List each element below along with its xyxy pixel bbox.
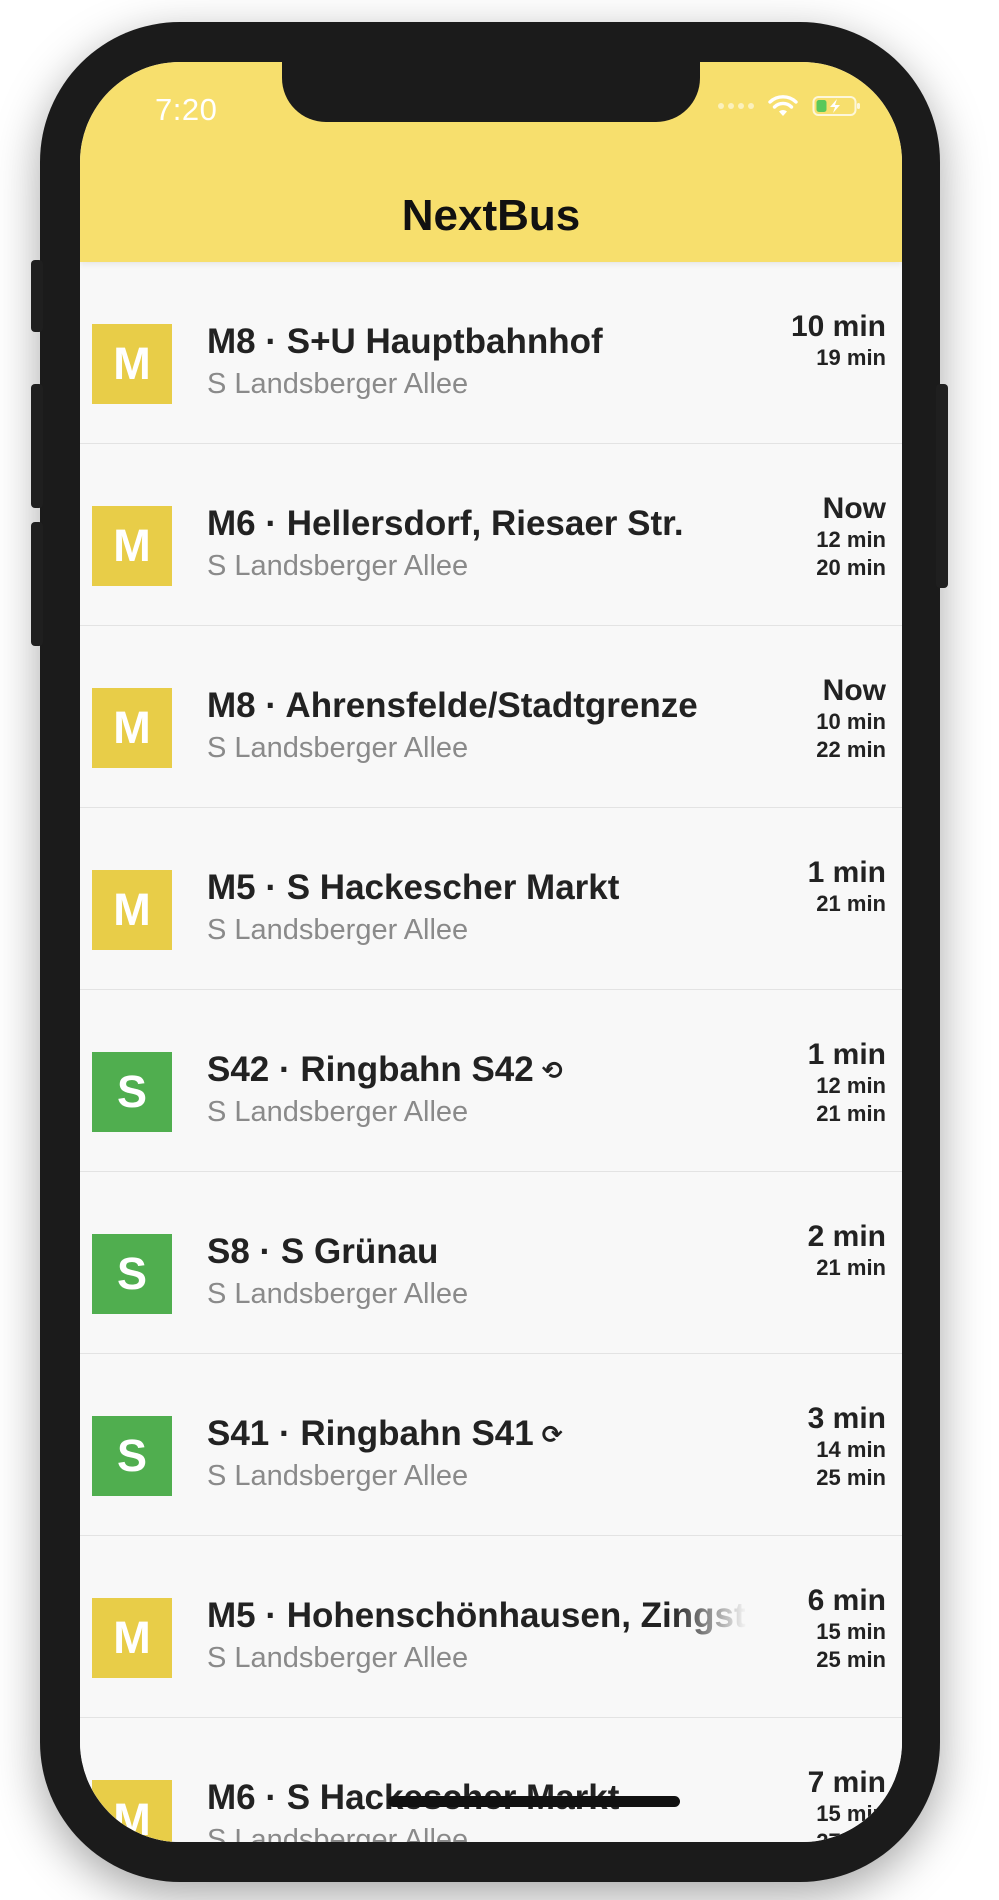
sbahn-badge: S [92,1052,172,1132]
route-title: M5 · S Hackescher Markt [207,868,747,908]
route-title-text: M8 · Ahrensfelde/Stadtgrenze [207,686,698,725]
departure-row[interactable]: M M5 · Hohenschönhausen, Zingster Str. S L… [80,1536,902,1718]
status-icons [718,94,862,118]
later-departure-time: 15 min [816,1619,886,1644]
stop-name: S Landsberger Allee [207,1460,469,1492]
route-title-text: S8 · S Grünau [207,1232,439,1271]
later-departure-time: 10 min [816,709,886,734]
stop-name: S Landsberger Allee [207,1824,469,1842]
sbahn-badge: S [92,1234,172,1314]
route-title-text: M5 · Hohenschönhausen, Zingster Str. [207,1596,747,1635]
departure-row[interactable]: M M8 · Ahrensfelde/Stadtgrenze S Landsberg… [80,626,902,808]
next-departure-time: 10 min [790,310,886,343]
later-departure-time: 21 min [816,891,886,916]
departure-row[interactable]: S S42 · Ringbahn S42 ⟲ S Landsberger Allee 1… [80,990,902,1172]
mute-switch [31,260,43,332]
departure-times: 6 min 15 min 25 min [808,1584,886,1674]
nav-header: 7:20 NextBus [80,62,902,262]
later-departure-time: 20 min [816,555,886,580]
later-departure-time: 14 min [816,1437,886,1462]
later-departure-time: 21 min [816,1101,886,1126]
later-departure-time: 22 min [816,737,886,762]
departure-times: 3 min 14 min 25 min [808,1402,886,1492]
stop-name: S Landsberger Allee [207,732,469,764]
route-title-text: M5 · S Hackescher Markt [207,868,620,907]
later-departure-time: 12 min [816,527,886,552]
stop-name: S Landsberger Allee [207,1278,469,1310]
departure-times: 1 min 21 min [808,856,886,918]
volume-up-button [31,384,43,508]
next-departure-time: 6 min [807,1584,886,1617]
stop-name: S Landsberger Allee [207,1096,469,1128]
signal-icon [718,103,754,109]
next-departure-time: 1 min [807,856,886,889]
departure-times: 1 min 12 min 21 min [808,1038,886,1128]
volume-down-button [31,522,43,646]
next-departure-time: 1 min [807,1038,886,1071]
stop-name: S Landsberger Allee [207,550,469,582]
next-departure-time: 7 min [807,1766,886,1799]
departure-row[interactable]: S S8 · S Grünau S Landsberger Allee 2 min 21… [80,1172,902,1354]
camera-notch [282,62,700,122]
route-title: S8 · S Grünau [207,1232,747,1272]
battery-charging-icon [812,94,862,118]
route-title: S41 · Ringbahn S41 ⟳ [207,1414,747,1454]
metro-badge: M [92,1598,172,1678]
departure-times: 10 min 19 min [791,310,886,372]
route-title: M8 · Ahrensfelde/Stadtgrenze [207,686,747,726]
home-indicator[interactable] [388,1796,680,1807]
app-title: NextBus [401,191,581,240]
phone-frame: 7:20 NextBus M M8 · S+U Hauptbahnhof S L… [31,22,948,1882]
later-departure-time: 25 min [816,1465,886,1490]
departure-list[interactable]: M M8 · S+U Hauptbahnhof S Landsberger Alle… [80,262,902,1842]
route-title: M6 · Hellersdorf, Riesaer Str. [207,504,747,544]
later-departure-time: 21 min [816,1255,886,1280]
departure-times: 7 min 15 min 27 min [808,1766,886,1842]
metro-badge: M [92,506,172,586]
next-departure-time: Now [822,674,886,707]
stop-name: S Landsberger Allee [207,914,469,946]
wifi-icon [768,94,798,118]
ring-route-icon: ⟲ [541,1057,563,1085]
ring-route-icon: ⟳ [541,1421,563,1449]
later-departure-time: 12 min [816,1073,886,1098]
next-departure-time: 2 min [807,1220,886,1253]
later-departure-time: 15 min [816,1801,886,1826]
sbahn-badge: S [92,1416,172,1496]
later-departure-time: 25 min [816,1647,886,1672]
route-title-text: S42 · Ringbahn S42 [207,1050,534,1089]
metro-badge: M [92,870,172,950]
route-title: M8 · S+U Hauptbahnhof [207,322,747,362]
departure-row[interactable]: S S41 · Ringbahn S41 ⟳ S Landsberger Allee 3… [80,1354,902,1536]
power-button [936,384,948,588]
next-departure-time: 3 min [807,1402,886,1435]
departure-row[interactable]: M M8 · S+U Hauptbahnhof S Landsberger Alle… [80,262,902,444]
route-title-text: M6 · Hellersdorf, Riesaer Str. [207,504,684,543]
next-departure-time: Now [822,492,886,525]
departure-times: Now 12 min 20 min [816,492,886,582]
route-title: M5 · Hohenschönhausen, Zingster Str. [207,1596,747,1636]
departure-row[interactable]: MM6 · S Hackescher MarktS Landsberger Al… [80,1718,902,1842]
metro-badge: M [92,324,172,404]
departure-times: Now 10 min 22 min [816,674,886,764]
departure-row[interactable]: M M6 · Hellersdorf, Riesaer Str. S Landsbe… [80,444,902,626]
later-departure-time: 27 min [816,1829,886,1842]
later-departure-time: 19 min [816,345,886,370]
screen: 7:20 NextBus M M8 · S+U Hauptbahnhof S L… [80,62,902,1842]
stop-name: S Landsberger Allee [207,1642,469,1674]
stop-name: S Landsberger Allee [207,368,469,400]
metro-badge: M [92,1780,172,1842]
metro-badge: M [92,688,172,768]
route-title: S42 · Ringbahn S42 ⟲ [207,1050,747,1090]
route-title-text: M8 · S+U Hauptbahnhof [207,322,603,361]
route-title-text: S41 · Ringbahn S41 [207,1414,534,1453]
departure-times: 2 min 21 min [808,1220,886,1282]
departure-row[interactable]: M M5 · S Hackescher Markt S Landsberger Al… [80,808,902,990]
